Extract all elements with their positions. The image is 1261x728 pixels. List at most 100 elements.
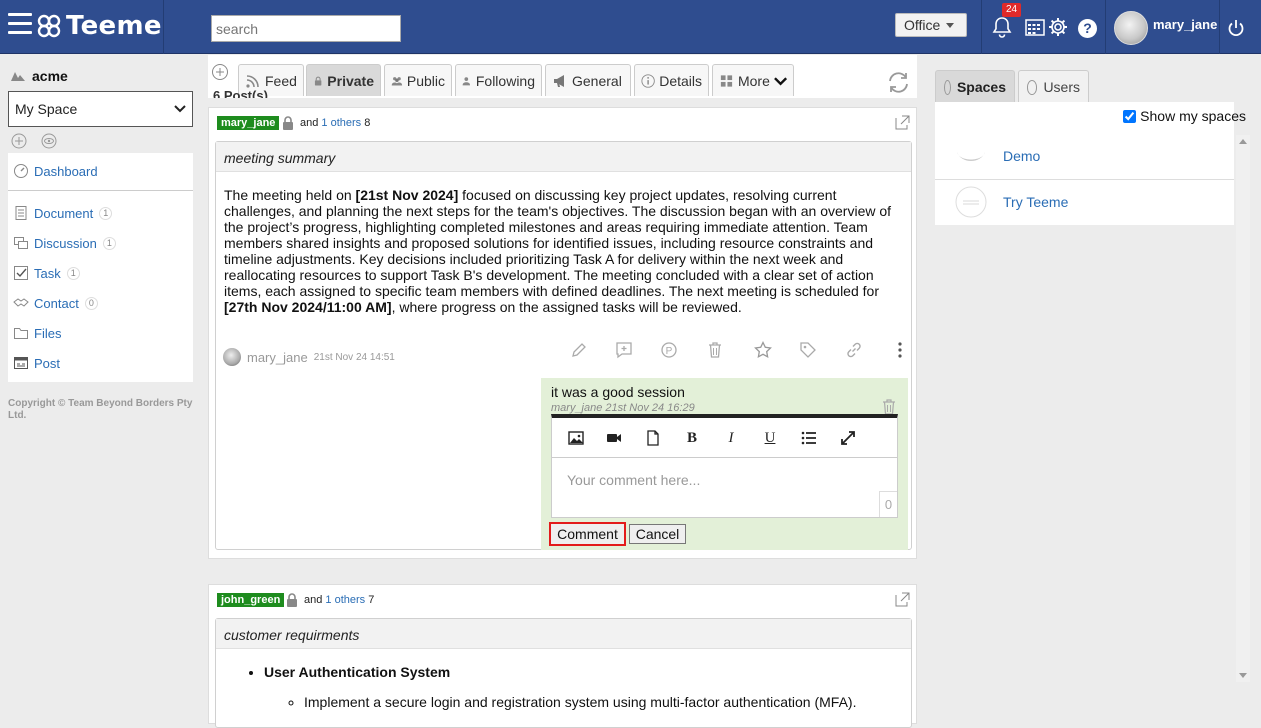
space-logo-icon — [957, 152, 985, 161]
no-image-icon — [955, 186, 987, 218]
sidebar-item-label: Files — [34, 325, 62, 341]
italic-icon[interactable]: I — [721, 428, 741, 448]
link-icon[interactable] — [845, 341, 863, 359]
owner-badge[interactable]: mary_jane — [217, 116, 280, 130]
divider — [1105, 0, 1106, 54]
office-dropdown[interactable]: Office — [895, 13, 967, 37]
refresh-icon[interactable] — [886, 70, 911, 95]
bell-icon[interactable] — [991, 16, 1013, 38]
fullscreen-icon[interactable] — [838, 428, 858, 448]
add-circle-icon[interactable] — [11, 133, 27, 149]
space-item-demo[interactable]: Demo — [935, 133, 1234, 179]
sidebar-item-files[interactable]: Files — [8, 323, 61, 343]
tab-label: Following — [475, 72, 535, 89]
trash-icon[interactable] — [706, 341, 724, 359]
post-date-bold: [21st Nov 2024] — [355, 187, 459, 203]
comment-input[interactable]: Your comment here... — [552, 458, 897, 516]
sidebar-item-dashboard[interactable]: Dashboard — [8, 161, 98, 181]
sidebar-item-label: Document — [34, 205, 94, 221]
comment-editor: B I U Your comment here... 0 — [551, 414, 898, 518]
teeme-logo-icon — [37, 14, 61, 38]
image-icon[interactable] — [566, 428, 586, 448]
chevron-down-icon — [946, 22, 955, 28]
teeme-logo[interactable]: Teeme — [36, 8, 162, 44]
hamburger-menu-icon[interactable] — [8, 13, 32, 37]
tab-private[interactable]: Private — [306, 64, 381, 96]
publish-icon[interactable]: P — [660, 341, 678, 359]
tab-details[interactable]: Details — [634, 64, 709, 96]
space-select[interactable]: My Space — [8, 91, 193, 127]
tab-public[interactable]: Public — [384, 64, 452, 96]
scroll-up-icon[interactable] — [1239, 139, 1247, 144]
underline-icon[interactable]: U — [760, 428, 780, 448]
show-my-spaces[interactable]: Show my spaces — [1123, 108, 1246, 124]
document-icon — [15, 206, 27, 220]
cancel-button[interactable]: Cancel — [629, 524, 686, 544]
owner-badge[interactable]: john_green — [217, 593, 285, 607]
list-item: User Authentication System Implement a s… — [264, 664, 903, 710]
user-menu[interactable]: mary_jane — [1108, 0, 1218, 54]
tab-more[interactable]: More — [712, 64, 794, 96]
bold-icon[interactable]: B — [682, 428, 702, 448]
tab-general[interactable]: General — [545, 64, 631, 96]
power-icon[interactable] — [1226, 18, 1246, 38]
help-icon[interactable]: ? — [1078, 19, 1097, 38]
space-item-try-teeme[interactable]: Try Teeme — [935, 179, 1234, 225]
dashboard-icon — [14, 164, 28, 178]
external-link-icon[interactable] — [895, 592, 910, 607]
sidebar-item-label: Task — [34, 265, 61, 281]
calendar-icon[interactable] — [1024, 16, 1046, 38]
post-card: john_green and 1 others 7 customer requi… — [208, 584, 917, 728]
space-select-value: My Space — [15, 101, 78, 117]
folder-icon — [14, 328, 28, 339]
office-label: Office — [904, 17, 941, 33]
post-icon — [14, 357, 28, 369]
others-link[interactable]: 1 others — [321, 117, 361, 129]
tag-icon[interactable] — [799, 341, 817, 359]
more-vertical-icon[interactable] — [891, 341, 909, 359]
copyright: Copyright © Team Beyond Borders Pty Ltd. — [8, 398, 193, 421]
list-icon[interactable] — [799, 428, 819, 448]
tab-following[interactable]: Following — [455, 64, 542, 96]
post-date-bold: [27th Nov 2024/11:00 AM] — [224, 299, 392, 315]
megaphone-icon — [554, 74, 564, 87]
sidebar-item-post[interactable]: Post — [8, 353, 60, 373]
search-input[interactable] — [211, 15, 401, 42]
trash-icon[interactable] — [882, 399, 896, 415]
add-post-icon[interactable] — [211, 63, 229, 81]
space-name: Demo — [1003, 148, 1041, 164]
users-icon — [1027, 79, 1038, 95]
grid-icon — [720, 74, 733, 87]
requirements-list: User Authentication System Implement a s… — [224, 664, 903, 710]
tab-spaces[interactable]: Spaces — [935, 70, 1015, 103]
scrollbar[interactable] — [1236, 135, 1250, 682]
username: mary_jane — [1153, 17, 1218, 32]
sidebar-item-task[interactable]: Task 1 — [8, 263, 80, 283]
comment-button[interactable]: Comment — [549, 522, 626, 546]
tab-label: More — [737, 72, 770, 89]
scroll-down-icon[interactable] — [1239, 673, 1247, 678]
gear-icon[interactable] — [1047, 16, 1069, 38]
org-label: acme — [32, 68, 68, 84]
eye-icon[interactable] — [41, 133, 57, 149]
count-badge: 1 — [99, 206, 113, 220]
sidebar-item-contact[interactable]: Contact 0 — [8, 293, 98, 313]
checkbox-icon — [14, 266, 28, 280]
tab-label: General — [572, 72, 622, 89]
and-text: and — [300, 117, 319, 129]
star-icon[interactable] — [754, 341, 772, 359]
count-badge: 1 — [66, 266, 80, 280]
post-meta: mary_jane 21st Nov 24 14:51 — [223, 348, 395, 366]
sidebar-item-document[interactable]: Document 1 — [8, 203, 113, 223]
video-icon[interactable] — [604, 428, 624, 448]
show-my-spaces-checkbox[interactable] — [1123, 109, 1137, 123]
add-comment-icon[interactable] — [615, 341, 633, 359]
sidebar-item-discussion[interactable]: Discussion 1 — [8, 233, 116, 253]
tab-label: Users — [1043, 79, 1080, 95]
others-link[interactable]: 1 others — [325, 594, 365, 606]
pencil-icon[interactable] — [570, 341, 588, 359]
tab-users[interactable]: Users — [1018, 70, 1089, 103]
post-text: The meeting held on [21st Nov 2024] focu… — [216, 172, 911, 315]
file-icon[interactable] — [643, 428, 663, 448]
external-link-icon[interactable] — [895, 115, 910, 130]
